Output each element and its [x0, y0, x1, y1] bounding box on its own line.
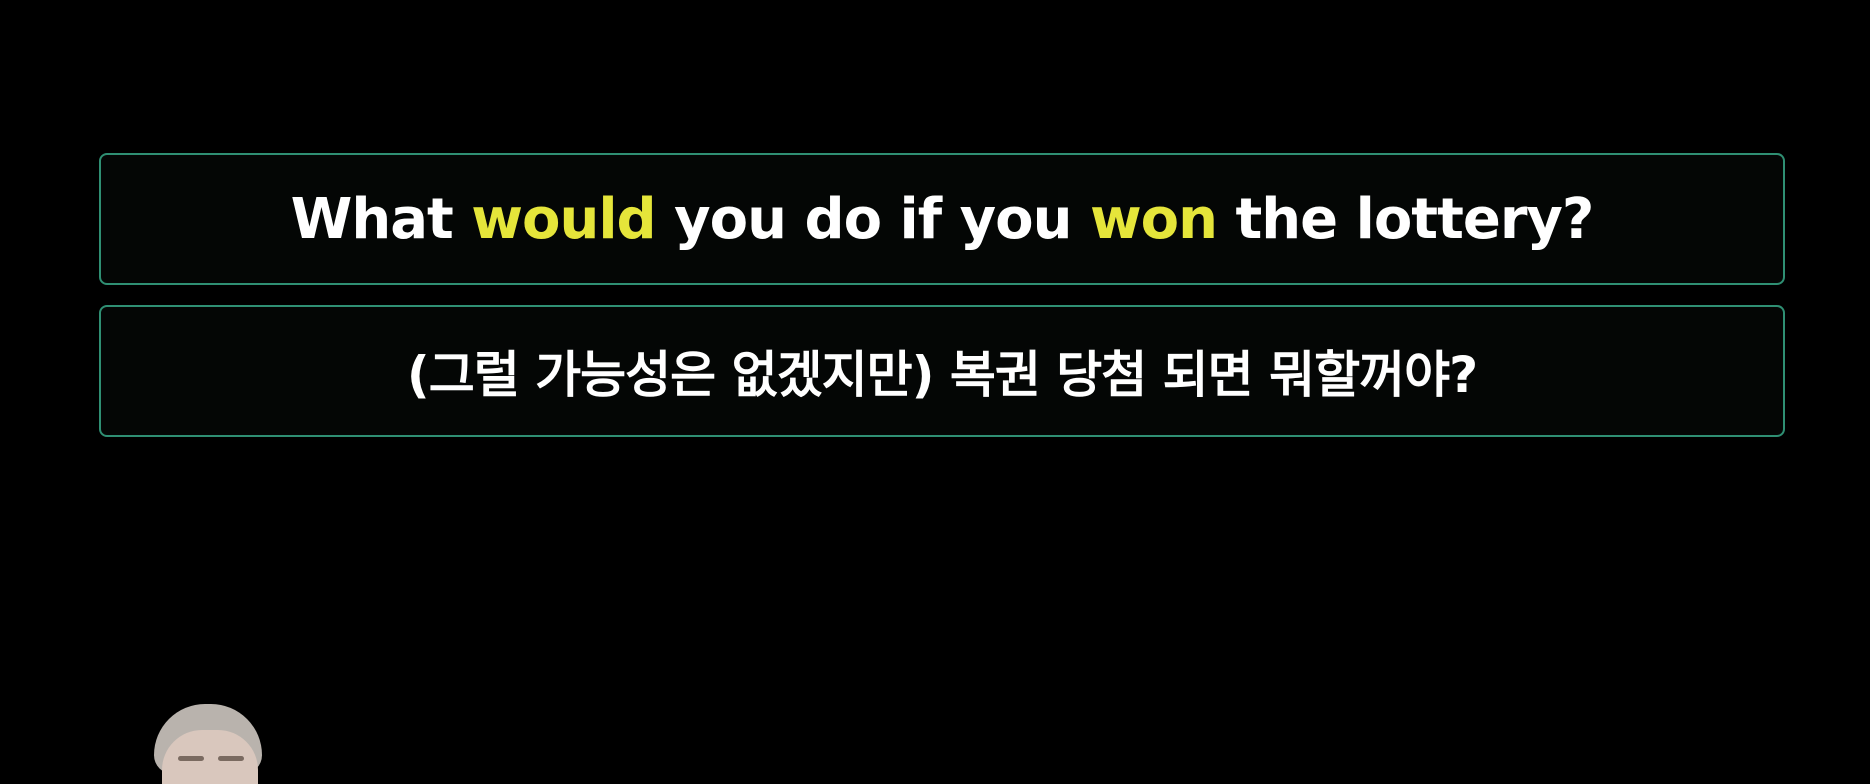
video-frame: What would you do if you won the lottery… — [0, 0, 1870, 784]
english-caption-text: What would you do if you won the lottery… — [290, 186, 1595, 252]
english-caption-box: What would you do if you won the lottery… — [99, 153, 1785, 285]
korean-caption-text: (그럴 가능성은 없겠지만) 복권 당첨 되면 뭐할꺼야? — [406, 346, 1478, 404]
presenter-video-cutout — [148, 700, 274, 784]
highlighted-word-would: would — [471, 186, 656, 252]
caption-words-middle: you do if you — [655, 186, 1090, 252]
highlighted-word-won: won — [1089, 186, 1218, 252]
korean-caption-box: (그럴 가능성은 없겠지만) 복권 당첨 되면 뭐할꺼야? — [99, 305, 1785, 437]
caption-word-what: What — [290, 186, 472, 252]
presenter-right-brow — [218, 756, 244, 761]
caption-words-end: the lottery? — [1217, 186, 1595, 252]
presenter-left-brow — [178, 756, 204, 761]
